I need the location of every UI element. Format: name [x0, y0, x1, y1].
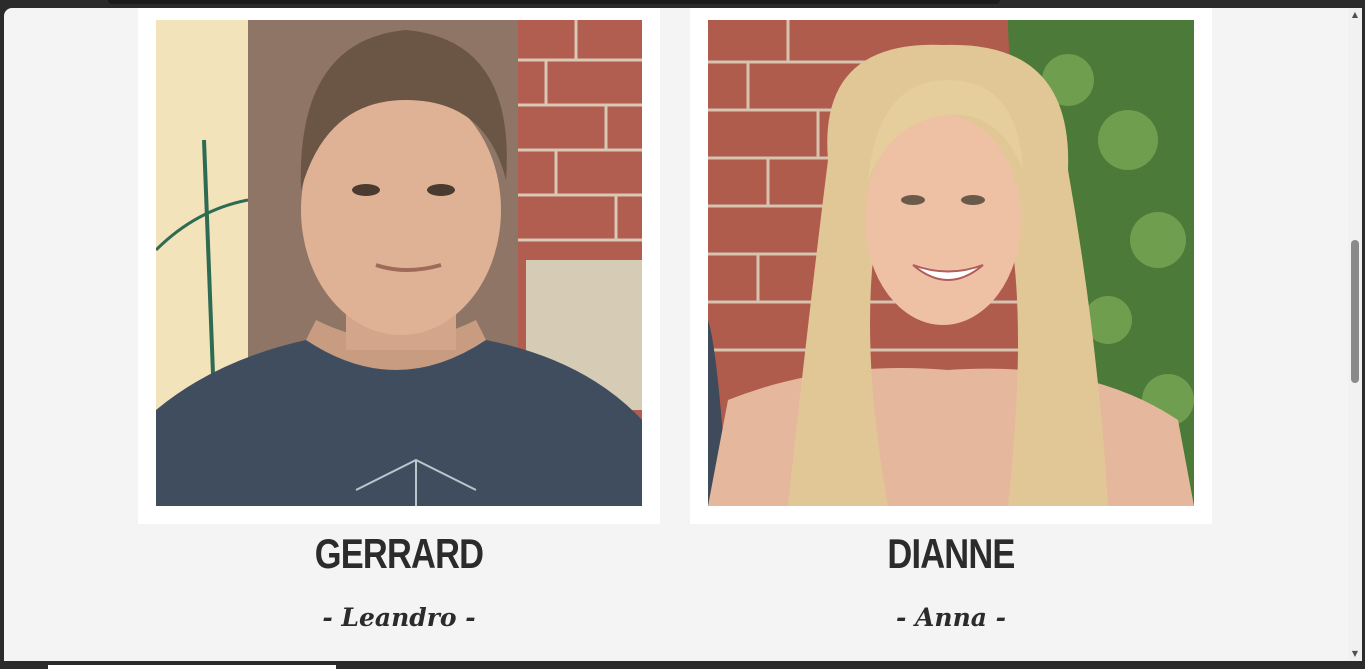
taskbar-edge [48, 665, 336, 669]
photo-frame [690, 8, 1212, 524]
scroll-up-arrow-icon[interactable]: ▲ [1348, 8, 1362, 22]
browser-top-edge [108, 0, 1000, 4]
member-name: DIANNE [887, 530, 1015, 577]
page-viewport: GERRARD - Leandro - DIANNE - Anna - [4, 8, 1348, 661]
photo-frame [138, 8, 660, 524]
scroll-down-arrow-icon[interactable]: ▼ [1348, 647, 1362, 661]
member-name: GERRARD [314, 530, 484, 577]
vertical-scrollbar[interactable]: ▲ ▼ [1348, 8, 1362, 661]
team-member-card-dianne: DIANNE - Anna - [690, 8, 1212, 632]
scroll-thumb[interactable] [1351, 240, 1359, 383]
member-photo-gerrard [156, 20, 642, 506]
member-nickname: - Leandro - [322, 603, 476, 632]
team-member-card-gerrard: GERRARD - Leandro - [138, 8, 660, 632]
member-photo-dianne [708, 20, 1194, 506]
member-nickname: - Anna - [895, 603, 1007, 632]
